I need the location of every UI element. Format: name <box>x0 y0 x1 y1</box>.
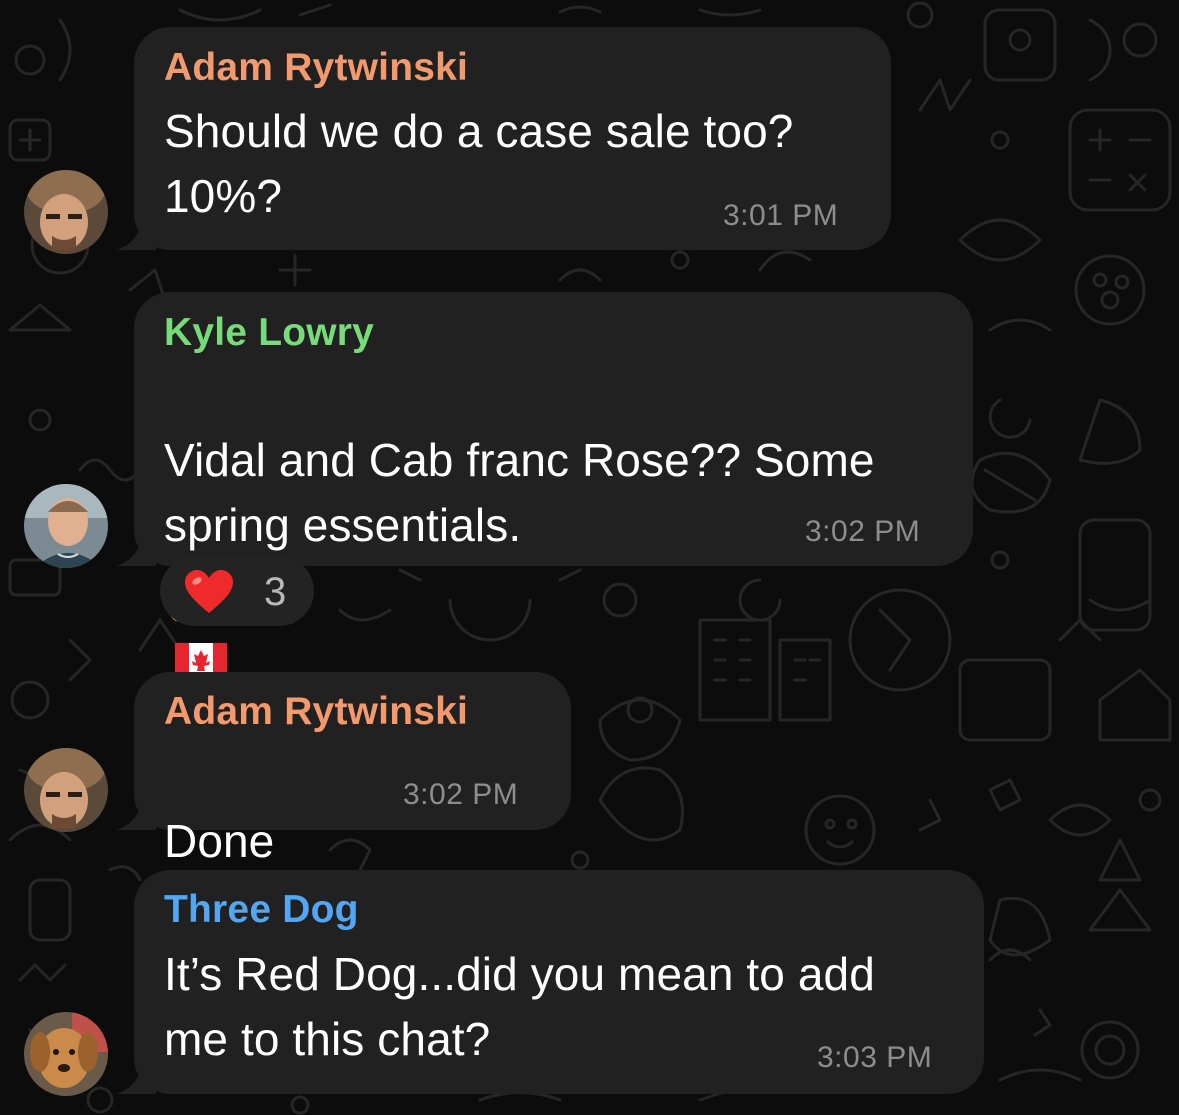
avatar[interactable] <box>24 170 108 254</box>
message-bubble[interactable]: Kyle Lowry Vidal and Cab franc Rose?? So… <box>134 292 973 756</box>
message-timestamp: 3:01 PM <box>723 199 839 232</box>
avatar-photo-icon <box>24 1012 108 1096</box>
red-heart-emoji <box>185 570 233 613</box>
message-text: Should we do a case sale too? 10%? <box>164 99 793 229</box>
message-line: me to this chat? <box>164 1013 491 1065</box>
avatar-photo-icon <box>24 170 108 254</box>
avatar-photo-icon <box>24 748 108 832</box>
avatar[interactable] <box>24 484 108 568</box>
message-text: It’s Red Dog...did you mean to add me to … <box>164 942 875 1072</box>
message-line: Vidal and Cab franc Rose?? Some <box>164 434 875 486</box>
sender-name[interactable]: Three Dog <box>164 888 359 932</box>
message-bubble[interactable]: Adam Rytwinski Done 3:02 PM <box>134 672 571 929</box>
message-bubble[interactable]: Three Dog It’s Red Dog...did you mean to… <box>134 870 984 1094</box>
reaction-chip[interactable]: 3 <box>160 556 314 626</box>
message-line: It’s Red Dog...did you mean to add <box>164 948 875 1000</box>
sender-name[interactable]: Kyle Lowry <box>164 311 374 355</box>
message-line: Should we do a case sale too? <box>164 105 794 157</box>
sender-name[interactable]: Adam Rytwinski <box>164 690 468 734</box>
sender-name[interactable]: Adam Rytwinski <box>164 46 468 90</box>
message-line: 10%? <box>164 170 283 222</box>
reaction-count: 3 <box>264 570 287 614</box>
message-timestamp: 3:03 PM <box>817 1041 933 1074</box>
avatar-photo-icon <box>24 484 108 568</box>
message-timestamp: 3:02 PM <box>403 778 519 811</box>
message-timestamp: 3:02 PM <box>805 515 921 548</box>
message-line: Done <box>164 815 275 867</box>
message-line: spring essentials. <box>164 499 522 551</box>
avatar[interactable] <box>24 1012 108 1096</box>
avatar[interactable] <box>24 748 108 832</box>
chat-message-list[interactable]: Adam Rytwinski Should we do a case sale … <box>0 0 1179 1115</box>
message-bubble[interactable]: Adam Rytwinski Should we do a case sale … <box>134 27 891 250</box>
